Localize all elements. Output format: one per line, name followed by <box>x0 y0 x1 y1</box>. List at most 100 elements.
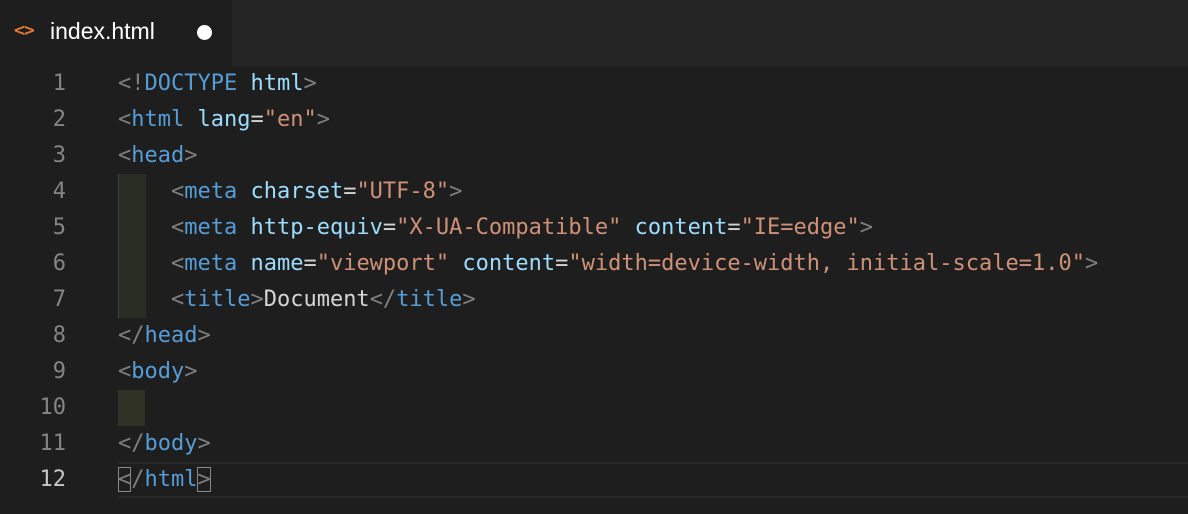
code-text[interactable]: </html> <box>118 462 211 498</box>
code-line[interactable]: 2 <html lang="en"> <box>0 102 1188 138</box>
tag-name: title <box>184 287 251 312</box>
tag-name: head <box>144 323 198 348</box>
code-text[interactable]: <body> <box>118 354 197 390</box>
line-number: 7 <box>52 287 66 312</box>
punctuation: > <box>197 323 211 348</box>
punctuation: > <box>859 215 874 240</box>
attribute-value: "X-UA-Compatible" <box>396 215 622 240</box>
code-line[interactable]: 8 </head> <box>0 318 1188 354</box>
code-text[interactable]: </head> <box>118 318 211 354</box>
punctuation: / <box>131 467 145 492</box>
unsaved-indicator-icon[interactable] <box>197 25 212 40</box>
text-content: = <box>727 215 741 240</box>
punctuation: < <box>170 215 185 240</box>
attribute-name: charset <box>250 179 344 204</box>
code-line[interactable]: 7 <title>Document</title> <box>0 282 1188 318</box>
text-content <box>237 179 250 204</box>
tag-name: meta <box>184 179 238 204</box>
attribute-value: "width=device-width, initial-scale=1.0" <box>568 251 1085 276</box>
punctuation: < <box>170 251 185 276</box>
text-content <box>237 215 250 240</box>
code-line[interactable]: 6 <meta name="viewport" content="width=d… <box>0 246 1188 282</box>
code-text[interactable]: <head> <box>118 138 197 174</box>
punctuation: < <box>118 143 132 168</box>
line-number: 9 <box>52 359 66 384</box>
code-text[interactable]: <meta http-equiv="X-UA-Compatible" conte… <box>118 210 873 246</box>
code-text[interactable]: <title>Document</title> <box>118 282 476 318</box>
punctuation: > <box>303 71 317 96</box>
code-text[interactable]: <meta name="viewport" content="width=dev… <box>118 246 1098 282</box>
punctuation: > <box>250 287 264 312</box>
text-content <box>621 215 634 240</box>
code-line[interactable]: 12 </html> <box>0 462 1188 498</box>
code-text[interactable]: <html lang="en"> <box>118 102 330 138</box>
punctuation: < <box>118 359 132 384</box>
code-line[interactable]: 10 <box>0 390 1188 426</box>
punctuation: < <box>118 467 132 492</box>
attribute-name: name <box>250 251 304 276</box>
code-line[interactable]: 3 <head> <box>0 138 1188 174</box>
attribute-name: html <box>250 71 304 96</box>
attribute-value: "IE=edge" <box>740 215 860 240</box>
attribute-name: lang <box>197 107 251 132</box>
attribute-value: "viewport" <box>316 251 450 276</box>
code-line[interactable]: 1 <!DOCTYPE html> <box>0 66 1188 102</box>
code-text[interactable]: <meta charset="UTF-8"> <box>118 174 462 210</box>
text-content: = <box>555 251 569 276</box>
punctuation: </ <box>369 287 397 312</box>
line-number: 6 <box>52 251 66 276</box>
line-number: 3 <box>52 143 66 168</box>
text-content: = <box>382 215 397 240</box>
text-content <box>118 179 171 204</box>
text-content <box>118 287 171 312</box>
code-line[interactable]: 5 <meta http-equiv="X-UA-Compatible" con… <box>0 210 1188 246</box>
tag-name: DOCTYPE <box>144 71 238 96</box>
punctuation: </ <box>118 431 145 456</box>
text-content: Document <box>263 287 370 312</box>
line-number: 12 <box>39 467 67 492</box>
whitespace-indent <box>118 390 145 426</box>
text-content <box>237 251 250 276</box>
line-number: 8 <box>52 323 66 348</box>
punctuation: > <box>197 467 211 492</box>
tag-name: body <box>131 359 185 384</box>
tag-name: html <box>144 467 198 492</box>
text-content <box>184 107 197 132</box>
code-line[interactable]: 4 <meta charset="UTF-8"> <box>0 174 1188 210</box>
text-content: = <box>343 179 357 204</box>
punctuation: < <box>170 287 185 312</box>
text-content: = <box>250 107 264 132</box>
text-content <box>118 215 171 240</box>
attribute-value: "en" <box>263 107 317 132</box>
punctuation: > <box>184 359 198 384</box>
attribute-value: "UTF-8" <box>356 179 450 204</box>
current-line-highlight <box>118 462 1188 498</box>
text-content <box>449 251 462 276</box>
line-number: 1 <box>52 71 66 96</box>
tag-name: html <box>131 107 185 132</box>
text-content: = <box>303 251 317 276</box>
tag-name: head <box>131 143 185 168</box>
attribute-name: content <box>634 215 728 240</box>
code-line[interactable]: 11 </body> <box>0 426 1188 462</box>
tab-label: index.html <box>50 18 155 44</box>
line-number: 5 <box>52 215 66 240</box>
punctuation: < <box>170 179 185 204</box>
tag-name: body <box>144 431 198 456</box>
html-code-icon: <> <box>14 20 35 41</box>
line-number: 2 <box>52 107 66 132</box>
punctuation: </ <box>118 323 145 348</box>
punctuation: > <box>462 287 476 312</box>
tab-bar: <> index.html <box>0 0 1188 66</box>
tab-index-html[interactable]: <> index.html <box>0 0 232 66</box>
attribute-name: content <box>462 251 556 276</box>
line-number: 4 <box>52 179 66 204</box>
code-text[interactable]: </body> <box>118 426 211 462</box>
punctuation: > <box>1084 251 1099 276</box>
text-content <box>237 71 250 96</box>
code-editor[interactable]: 1 <!DOCTYPE html> 2 <html lang="en"> 3 <head>… <box>0 66 1188 514</box>
punctuation: > <box>197 431 211 456</box>
code-line[interactable]: 9 <body> <box>0 354 1188 390</box>
tag-name: meta <box>184 251 238 276</box>
code-text[interactable]: <!DOCTYPE html> <box>118 66 317 102</box>
